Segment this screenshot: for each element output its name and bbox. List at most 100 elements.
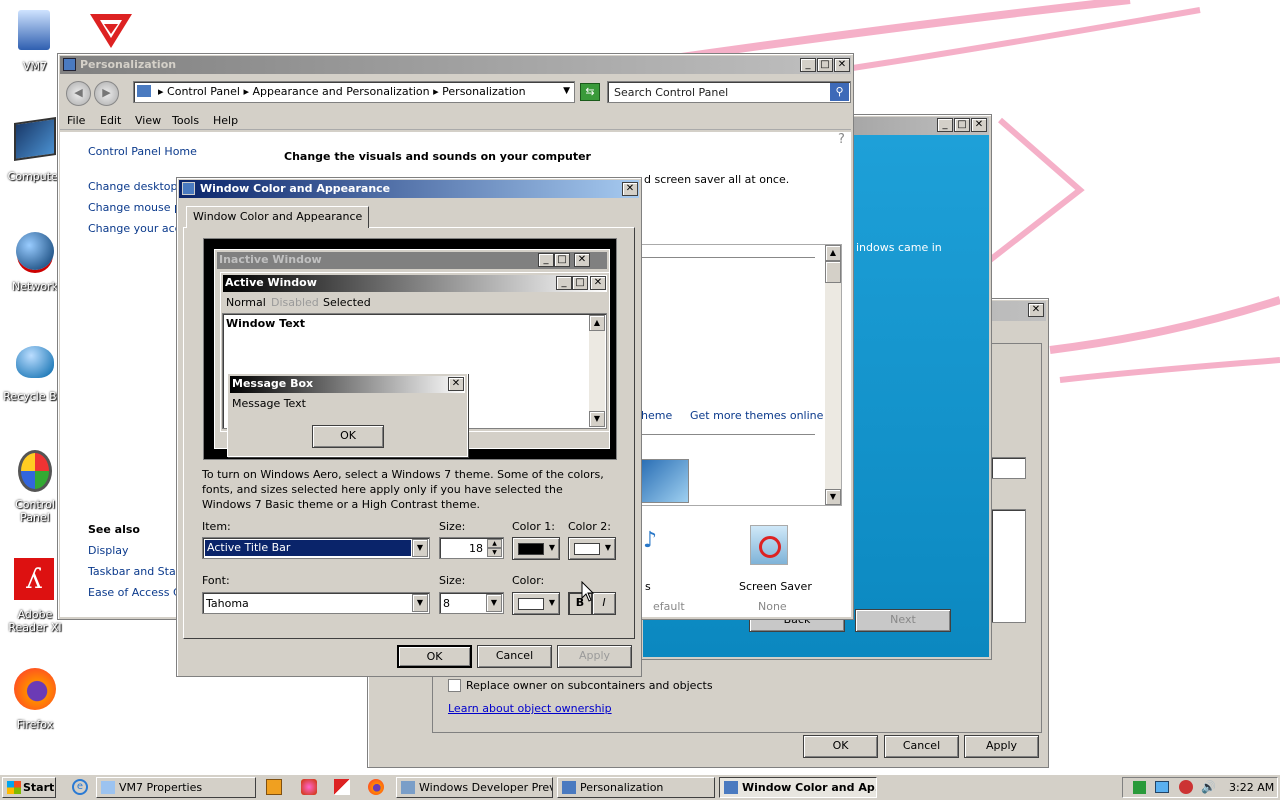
breadcrumb-item[interactable]: Control Panel bbox=[167, 85, 240, 98]
aero-description: To turn on Windows Aero, select a Window… bbox=[202, 468, 604, 511]
search-input[interactable]: Search Control Panel ⚲ bbox=[607, 81, 851, 103]
item-select[interactable]: Active Title Bar ▼ bbox=[202, 537, 430, 559]
flag-icon[interactable] bbox=[1133, 781, 1146, 794]
ie-icon[interactable]: e bbox=[72, 779, 88, 795]
search-icon[interactable]: ⚲ bbox=[830, 83, 849, 101]
dialog-cancel-button[interactable]: Cancel bbox=[477, 645, 552, 668]
menu-bar: File Edit View Tools Help bbox=[60, 112, 851, 130]
desktop-icon-firefox[interactable]: Firefox bbox=[0, 666, 70, 731]
menu-tools[interactable]: Tools bbox=[172, 114, 199, 127]
page-heading: Change the visuals and sounds on your co… bbox=[284, 150, 591, 163]
windows-logo-icon bbox=[7, 781, 21, 794]
taskbar-item-window-color[interactable]: Window Color and Ap... bbox=[719, 777, 877, 798]
close-icon[interactable]: ✕ bbox=[834, 58, 850, 72]
wizard-next-button[interactable]: Next bbox=[855, 609, 951, 632]
maximize-icon[interactable]: □ bbox=[817, 58, 833, 72]
dialog-ok-button[interactable]: OK bbox=[397, 645, 472, 668]
message-box-preview[interactable]: Message Box ✕ Message Text OK bbox=[227, 373, 468, 457]
refresh-button[interactable]: ⇆ bbox=[580, 83, 600, 101]
volume-icon[interactable]: 🔊 bbox=[1201, 780, 1216, 794]
maximize-icon: □ bbox=[572, 276, 588, 290]
close-icon[interactable]: ✕ bbox=[1028, 303, 1044, 317]
dialog-title: Window Color and Appearance bbox=[200, 182, 391, 195]
learn-ownership-link[interactable]: Learn about object ownership bbox=[448, 702, 612, 715]
screen-saver-icon[interactable] bbox=[750, 525, 788, 565]
tab-window-color[interactable]: Window Color and Appearance bbox=[186, 206, 370, 228]
properties-apply-button[interactable]: Apply bbox=[964, 735, 1039, 758]
properties-ok-button[interactable]: OK bbox=[803, 735, 878, 758]
breadcrumb-item[interactable]: Personalization bbox=[442, 85, 525, 98]
properties-cancel-button[interactable]: Cancel bbox=[884, 735, 959, 758]
breadcrumb-item[interactable]: Appearance and Personalization bbox=[253, 85, 430, 98]
properties-list[interactable] bbox=[991, 509, 1026, 623]
chevron-down-icon[interactable]: ▼ bbox=[563, 82, 570, 101]
taskbar-item-label: Personalization bbox=[580, 781, 664, 794]
menu-view[interactable]: View bbox=[135, 114, 161, 127]
replace-owner-label: Replace owner on subcontainers and objec… bbox=[466, 679, 713, 692]
replace-owner-checkbox[interactable] bbox=[448, 679, 461, 692]
firefox-icon[interactable] bbox=[368, 779, 384, 795]
properties-field[interactable] bbox=[991, 457, 1026, 479]
security-icon[interactable] bbox=[1179, 780, 1193, 794]
back-button[interactable]: ◀ bbox=[66, 81, 91, 106]
control-panel-icon bbox=[724, 781, 738, 794]
save-theme-link[interactable]: heme bbox=[641, 409, 672, 422]
help-icon[interactable]: ? bbox=[838, 132, 845, 147]
font-size-value: 8 bbox=[443, 597, 450, 610]
minimize-icon[interactable]: _ bbox=[800, 58, 816, 72]
personalization-title: Personalization bbox=[80, 58, 177, 71]
menu-edit[interactable]: Edit bbox=[100, 114, 121, 127]
theme-list[interactable]: heme Get more themes online ▲ ▼ bbox=[640, 244, 842, 506]
clock[interactable]: 3:22 AM bbox=[1229, 781, 1274, 794]
display-link[interactable]: Display bbox=[88, 544, 129, 557]
color2-picker[interactable]: ▼ bbox=[568, 537, 616, 560]
font-select[interactable]: Tahoma ▼ bbox=[202, 592, 430, 614]
color1-picker[interactable]: ▼ bbox=[512, 537, 560, 560]
close-icon[interactable]: ✕ bbox=[622, 182, 638, 196]
taskbar-item-vm7-properties[interactable]: VM7 Properties bbox=[96, 777, 256, 798]
screen-saver-label[interactable]: Screen Saver bbox=[739, 580, 812, 593]
menu-file[interactable]: File bbox=[67, 114, 85, 127]
scroll-up-icon[interactable]: ▲ bbox=[825, 245, 841, 261]
italic-toggle[interactable]: I bbox=[592, 592, 616, 615]
dialog-apply-button[interactable]: Apply bbox=[557, 645, 632, 668]
change-desktop-icons-link[interactable]: Change desktop ic bbox=[88, 180, 190, 193]
font-color-picker[interactable]: ▼ bbox=[512, 592, 560, 615]
preview-area[interactable]: Inactive Window _ □ ✕ Active Window _ □ … bbox=[203, 238, 617, 460]
paint-icon[interactable] bbox=[301, 779, 317, 795]
chevron-down-icon[interactable]: ▼ bbox=[412, 594, 428, 612]
color2-label: Color 2: bbox=[568, 520, 611, 533]
desktop-icon-app[interactable] bbox=[86, 10, 138, 55]
shield-app-icon[interactable] bbox=[334, 779, 350, 795]
chevron-down-icon[interactable]: ▼ bbox=[486, 594, 502, 612]
media-player-icon[interactable] bbox=[266, 779, 282, 795]
size-spinner[interactable]: 18 ▲ ▼ bbox=[439, 537, 504, 559]
start-button[interactable]: Start bbox=[2, 777, 56, 798]
taskbar-link[interactable]: Taskbar and Start bbox=[88, 565, 185, 578]
menu-help[interactable]: Help bbox=[213, 114, 238, 127]
control-panel-home-link[interactable]: Control Panel Home bbox=[88, 145, 197, 158]
scroll-thumb[interactable] bbox=[825, 261, 841, 283]
sounds-icon[interactable]: ♪ bbox=[643, 528, 663, 558]
forward-button[interactable]: ▶ bbox=[94, 81, 119, 106]
spin-up-icon[interactable]: ▲ bbox=[487, 539, 502, 548]
close-icon[interactable]: ✕ bbox=[971, 118, 987, 132]
chevron-down-icon[interactable]: ▼ bbox=[412, 539, 428, 557]
theme-thumbnail[interactable] bbox=[641, 459, 689, 503]
font-size-select[interactable]: 8 ▼ bbox=[439, 592, 504, 614]
ease-of-access-link[interactable]: Ease of Access Ce bbox=[88, 586, 187, 599]
address-bar[interactable]: ▸ Control Panel ▸ Appearance and Persona… bbox=[133, 81, 575, 103]
sounds-label[interactable]: s bbox=[645, 580, 651, 593]
maximize-icon[interactable]: □ bbox=[954, 118, 970, 132]
theme-list-scrollbar[interactable]: ▲ ▼ bbox=[825, 245, 841, 505]
network-tray-icon[interactable] bbox=[1155, 781, 1169, 793]
minimize-icon[interactable]: _ bbox=[937, 118, 953, 132]
scroll-down-icon[interactable]: ▼ bbox=[825, 489, 841, 505]
get-more-themes-link[interactable]: Get more themes online bbox=[690, 409, 823, 422]
screen-saver-value: None bbox=[758, 600, 787, 613]
taskbar-item-label: Windows Developer Prev... bbox=[419, 781, 553, 794]
spin-down-icon[interactable]: ▼ bbox=[487, 548, 502, 557]
personalization-titlebar: Personalization bbox=[60, 56, 851, 74]
taskbar-item-windows-developer-preview[interactable]: Windows Developer Prev... bbox=[396, 777, 553, 798]
taskbar-item-personalization[interactable]: Personalization bbox=[557, 777, 715, 798]
